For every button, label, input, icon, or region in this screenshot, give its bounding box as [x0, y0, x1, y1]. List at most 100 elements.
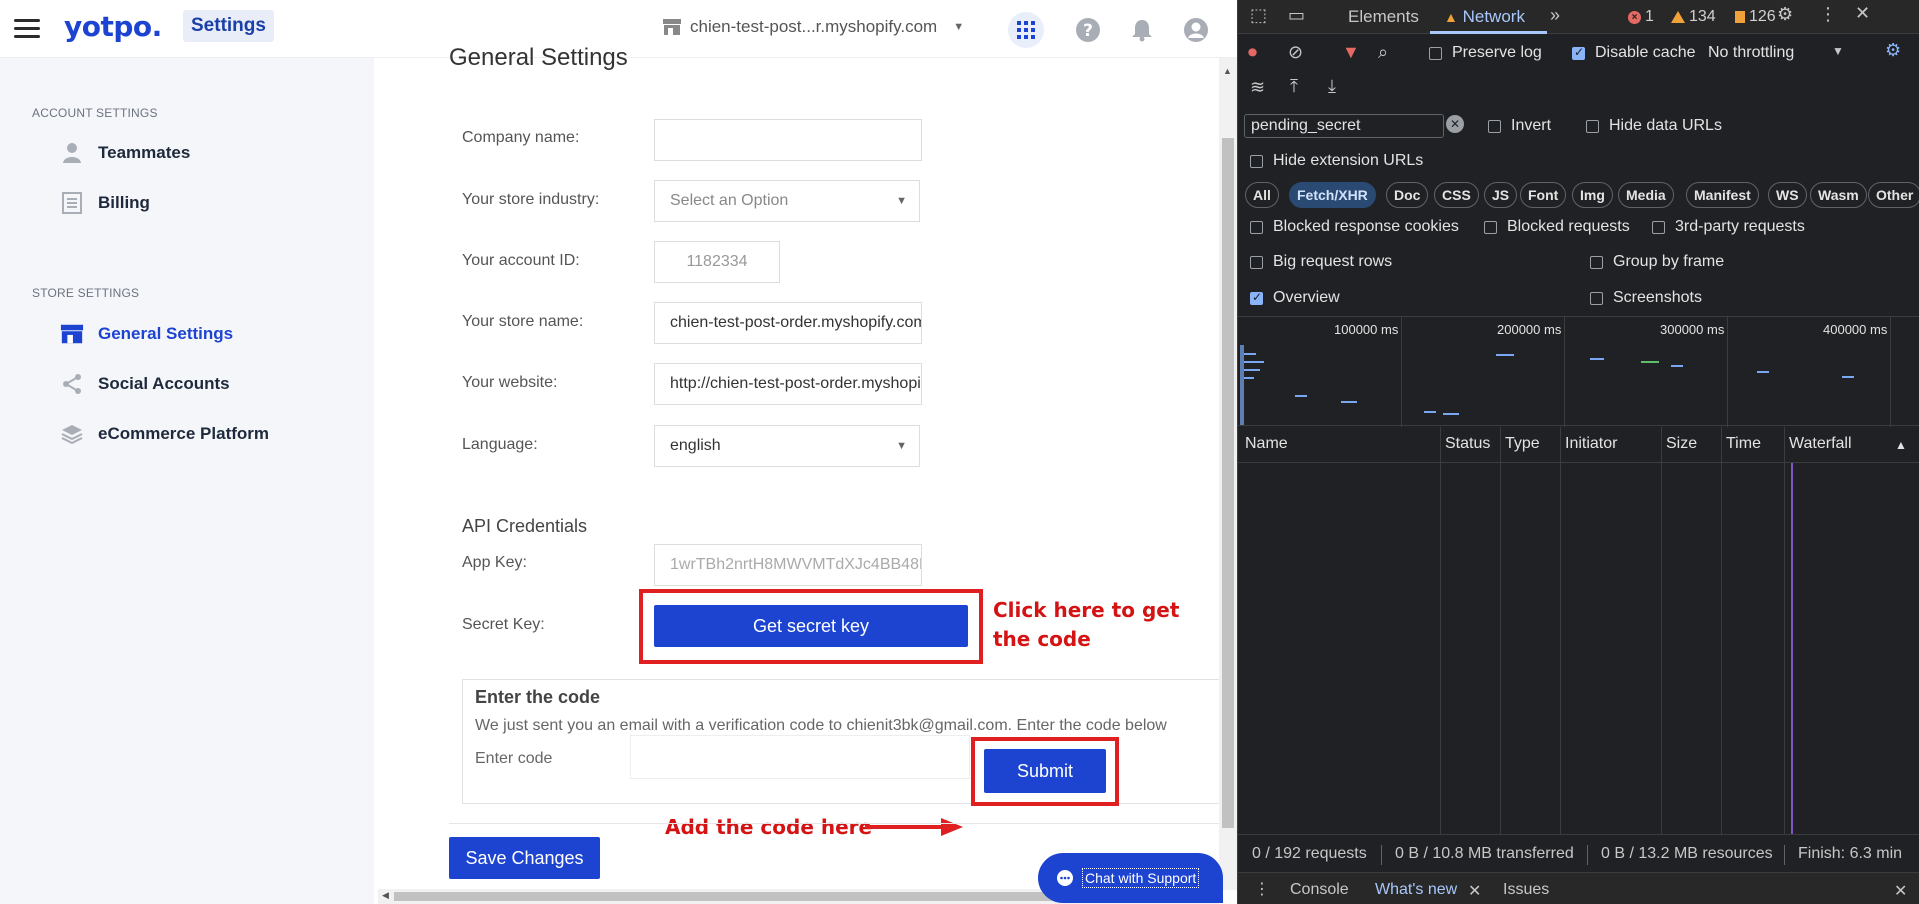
vertical-scrollbar[interactable]: ▲ [1219, 58, 1237, 890]
network-filter-input[interactable] [1244, 114, 1444, 138]
store-name-input[interactable]: chien-test-post-order.myshopify.com [654, 302, 922, 344]
close-devtools-icon[interactable]: ✕ [1855, 3, 1870, 24]
big-request-rows-checkbox[interactable]: Big request rows [1250, 253, 1392, 271]
chat-support-button[interactable]: Chat with Support [1038, 853, 1223, 903]
enter-code-input[interactable]: Enter code [475, 750, 552, 768]
blocked-response-cookies-checkbox[interactable]: Blocked response cookies [1250, 218, 1459, 236]
enter-code-field-box[interactable] [630, 735, 970, 779]
invert-checkbox[interactable]: Invert [1488, 117, 1551, 135]
filter-pill-js[interactable]: JS [1484, 182, 1518, 208]
timeline-bar [1295, 395, 1307, 397]
search-icon[interactable]: ⌕ [1378, 42, 1388, 63]
export-har-icon[interactable]: ⤓ [1328, 76, 1336, 97]
help-icon[interactable]: ? [1070, 12, 1106, 48]
inspect-element-icon[interactable]: ⬚ [1250, 5, 1267, 26]
record-stop-icon[interactable]: ⏺ [1248, 42, 1257, 63]
column-type[interactable]: Type [1505, 435, 1540, 453]
submit-code-button[interactable]: Submit [984, 749, 1106, 793]
yotpo-logo[interactable]: yotpo. [64, 10, 162, 43]
disable-cache-checkbox[interactable]: Disable cache [1572, 44, 1696, 62]
import-har-icon[interactable]: ⤒ [1290, 76, 1298, 97]
tab-network-label: Network [1462, 7, 1525, 26]
kebab-menu-icon[interactable]: ⋮ [1819, 4, 1837, 25]
enter-code-title: Enter the code [475, 687, 601, 707]
enter-code-panel: Enter the code We just sent you an email… [462, 679, 1237, 804]
drawer-tab-whats-new[interactable]: What's new [1375, 881, 1457, 899]
sidebar-item-general-settings[interactable]: General Settings [60, 322, 233, 346]
company-name-input[interactable] [654, 119, 922, 161]
tab-elements[interactable]: Elements [1348, 7, 1419, 27]
filter-pill-font[interactable]: Font [1520, 182, 1567, 208]
drawer-menu-icon[interactable]: ⋮ [1254, 879, 1270, 899]
blocked-requests-checkbox[interactable]: Blocked requests [1484, 218, 1630, 236]
throttling-select[interactable]: No throttling [1708, 44, 1794, 62]
chevron-down-icon[interactable]: ▼ [1832, 44, 1844, 58]
column-status[interactable]: Status [1445, 435, 1490, 453]
settings-gear-icon[interactable]: ⚙ [1777, 4, 1793, 25]
vertical-scroll-thumb[interactable] [1222, 138, 1234, 828]
drawer-tab-console[interactable]: Console [1290, 881, 1349, 899]
column-name[interactable]: Name [1245, 435, 1288, 453]
sidebar-item-billing[interactable]: Billing [60, 191, 150, 215]
filter-pill-media[interactable]: Media [1618, 182, 1674, 208]
apps-grid-icon[interactable] [1008, 12, 1044, 48]
group-by-frame-checkbox[interactable]: Group by frame [1590, 253, 1724, 271]
close-drawer-icon[interactable]: ✕ [1894, 881, 1907, 901]
error-count-badge[interactable]: × 1 [1628, 8, 1654, 26]
save-changes-button[interactable]: Save Changes [449, 837, 600, 879]
sidebar-item-teammates[interactable]: Teammates [60, 141, 190, 165]
info-count-badge[interactable]: 126 [1735, 8, 1776, 26]
filter-pill-doc[interactable]: Doc [1386, 182, 1429, 208]
sidebar-item-ecommerce-platform[interactable]: eCommerce Platform [60, 422, 269, 446]
network-conditions-icon[interactable]: ≋ [1250, 77, 1265, 98]
user-avatar-icon[interactable] [1178, 12, 1214, 48]
scroll-up-icon[interactable]: ▲ [1223, 66, 1232, 76]
hide-extension-urls-checkbox[interactable]: Hide extension URLs [1250, 152, 1423, 170]
screenshots-checkbox[interactable]: Screenshots [1590, 289, 1702, 307]
app-key-label: App Key: [462, 554, 527, 571]
close-drawer-tab-icon[interactable]: ✕ [1468, 881, 1481, 901]
filter-pill-fetch-xhr[interactable]: Fetch/XHR [1289, 182, 1376, 208]
timeline-label: 200000 ms [1497, 322, 1562, 337]
scroll-left-icon[interactable]: ◀ [382, 890, 389, 901]
drawer-tab-issues[interactable]: Issues [1503, 881, 1549, 899]
column-initiator[interactable]: Initiator [1565, 435, 1617, 453]
column-size[interactable]: Size [1666, 435, 1697, 453]
app-key-field[interactable]: 1wrTBh2nrtH8MWVMTdXJc4BB48HzH: [654, 544, 922, 586]
store-industry-select[interactable]: Select an Option ▼ [654, 180, 920, 222]
warning-count-badge[interactable]: 134 [1671, 8, 1716, 26]
sidebar-item-social-accounts[interactable]: Social Accounts [60, 372, 230, 396]
filter-icon[interactable]: ▼ [1342, 42, 1360, 63]
settings-section-chip[interactable]: Settings [183, 10, 274, 42]
column-waterfall[interactable]: Waterfall [1789, 435, 1852, 453]
horizontal-scroll-thumb[interactable] [394, 892, 1154, 901]
status-separator [1587, 845, 1588, 865]
filter-pill-img[interactable]: Img [1572, 182, 1613, 208]
network-settings-gear-icon[interactable]: ⚙ [1885, 40, 1901, 61]
filter-pill-other[interactable]: Other [1868, 182, 1919, 208]
third-party-requests-checkbox[interactable]: 3rd-party requests [1652, 218, 1805, 236]
website-input[interactable]: http://chien-test-post-order.myshopify. [654, 363, 922, 405]
network-overview-timeline[interactable]: 100000 ms 200000 ms 300000 ms 400000 ms [1238, 316, 1919, 427]
clear-icon[interactable]: ⊘ [1288, 42, 1303, 63]
filter-pill-wasm[interactable]: Wasm [1810, 182, 1867, 208]
filter-pill-css[interactable]: CSS [1434, 182, 1479, 208]
menu-icon[interactable] [14, 19, 40, 39]
preserve-log-checkbox[interactable]: Preserve log [1429, 44, 1542, 62]
hide-data-urls-checkbox[interactable]: Hide data URLs [1586, 117, 1722, 135]
store-selector[interactable]: chien-test-post...r.myshopify.com ▼ [662, 17, 964, 37]
sort-ascending-icon[interactable]: ▲ [1895, 438, 1907, 452]
filter-pill-all[interactable]: All [1245, 182, 1279, 208]
bell-icon[interactable] [1124, 12, 1160, 48]
language-select[interactable]: english ▼ [654, 425, 920, 467]
filter-pill-ws[interactable]: WS [1768, 182, 1807, 208]
tab-network[interactable]: ▲ Network [1444, 7, 1525, 27]
column-time[interactable]: Time [1726, 435, 1761, 453]
filter-pill-manifest[interactable]: Manifest [1686, 182, 1759, 208]
more-tabs-icon[interactable]: » [1550, 5, 1560, 26]
device-toggle-icon[interactable]: ▭ [1288, 5, 1305, 26]
overview-checkbox[interactable]: Overview [1250, 289, 1340, 307]
get-secret-key-button[interactable]: Get secret key [654, 605, 968, 647]
clear-filter-icon[interactable]: ✕ [1446, 115, 1464, 133]
timeline-bar [1244, 353, 1256, 355]
